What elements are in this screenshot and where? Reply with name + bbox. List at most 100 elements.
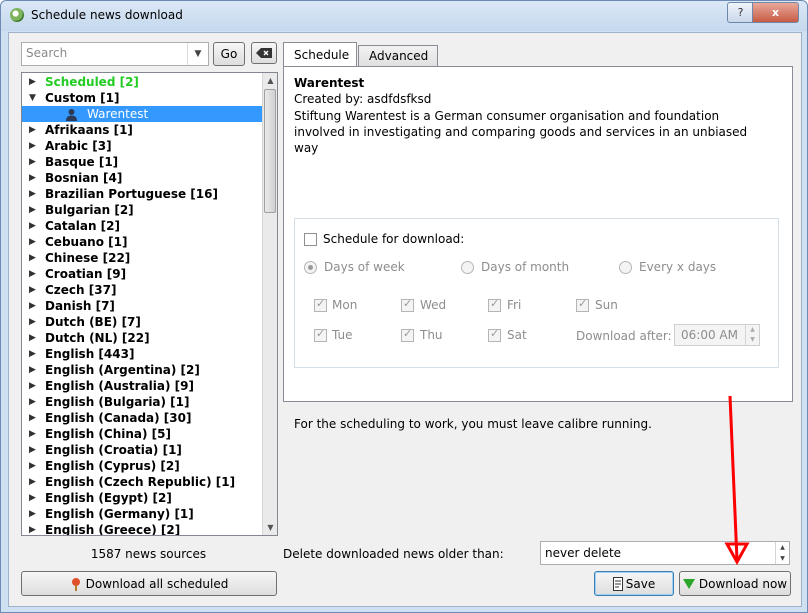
tree-item[interactable]: ▶ Dutch (BE) [7] [22, 314, 260, 330]
tree-item[interactable]: ▶ English [443] [22, 346, 260, 362]
download-all-scheduled-button[interactable]: Download all scheduled [21, 571, 277, 596]
tree-item-label: Arabic [3] [45, 139, 112, 153]
expand-arrow-right-icon[interactable]: ▶ [29, 330, 36, 346]
expand-arrow-right-icon[interactable]: ▶ [29, 122, 36, 138]
radio-days-of-month[interactable] [461, 261, 474, 274]
tree-item[interactable]: ▶ English (Germany) [1] [22, 506, 260, 522]
chevron-down-icon[interactable]: ▼ [187, 43, 208, 65]
tree-item[interactable]: ▶ Dutch (NL) [22] [22, 330, 260, 346]
tree-scrollbar[interactable]: ▲ ▼ [262, 73, 277, 535]
tree-item-label: English (Cyprus) [2] [45, 459, 180, 473]
save-button[interactable]: Save [594, 571, 674, 596]
recipe-tree[interactable]: ▶ Scheduled [2] ▼ Custom [1] Warentest ▶ Afrik… [21, 72, 278, 536]
expand-arrow-right-icon[interactable]: ▶ [29, 154, 36, 170]
expand-arrow-right-icon[interactable]: ▶ [29, 218, 36, 234]
tree-item[interactable]: ▶ Bosnian [4] [22, 170, 260, 186]
label-sun: Sun [595, 298, 618, 312]
download-now-button[interactable]: Download now [679, 571, 791, 596]
radio-days-of-week[interactable] [304, 261, 317, 274]
tree-item[interactable]: ▶ English (Canada) [30] [22, 410, 260, 426]
checkbox-sun[interactable]: ✓ [576, 297, 589, 312]
tree-item[interactable]: ▶ English (Cyprus) [2] [22, 458, 260, 474]
expand-arrow-right-icon[interactable]: ▶ [29, 186, 36, 202]
expand-arrow-right-icon[interactable]: ▶ [29, 170, 36, 186]
expand-arrow-right-icon[interactable]: ▶ [29, 202, 36, 218]
tree-item[interactable]: ▶ English (China) [5] [22, 426, 260, 442]
tab-advanced[interactable]: Advanced [358, 45, 438, 66]
tree-item[interactable]: ▶ English (Czech Republic) [1] [22, 474, 260, 490]
tree-item[interactable]: ▶ English (Bulgaria) [1] [22, 394, 260, 410]
scroll-thumb[interactable] [264, 89, 276, 213]
tree-item[interactable]: ▶ English (Croatia) [1] [22, 442, 260, 458]
news-source-count: 1587 news sources [90, 547, 207, 561]
checkbox-fri[interactable]: ✓ [488, 297, 501, 312]
tree-item[interactable]: ▶ English (Argentina) [2] [22, 362, 260, 378]
expand-arrow-right-icon[interactable]: ▶ [29, 378, 36, 394]
tree-item[interactable]: ▶ Catalan [2] [22, 218, 260, 234]
expand-arrow-right-icon[interactable]: ▶ [29, 458, 36, 474]
title-bar[interactable]: Schedule news download ? x [1, 1, 807, 31]
expand-arrow-right-icon[interactable]: ▶ [29, 474, 36, 490]
checkbox-wed[interactable]: ✓ [401, 297, 414, 312]
expand-arrow-right-icon[interactable]: ▶ [29, 74, 36, 90]
tree-item[interactable]: ▶ Cebuano [1] [22, 234, 260, 250]
scroll-up-icon[interactable]: ▲ [263, 73, 277, 88]
tree-item[interactable]: ▶ Bulgarian [2] [22, 202, 260, 218]
tree-item[interactable]: ▶ Afrikaans [1] [22, 122, 260, 138]
schedule-group: Schedule for download: Days of week Days… [294, 218, 779, 368]
tree-item-label: English (Australia) [9] [45, 379, 194, 393]
delete-spinner-icon[interactable]: ▲ ▼ [775, 542, 789, 564]
download-after-value: 06:00 AM [681, 328, 738, 342]
schedule-checkbox[interactable] [304, 233, 317, 246]
time-spinner-icon[interactable]: ▲ ▼ [745, 325, 759, 345]
tree-item[interactable]: ▶ Croatian [9] [22, 266, 260, 282]
tree-item[interactable]: ▶ English (Egypt) [2] [22, 490, 260, 506]
expand-arrow-right-icon[interactable]: ▶ [29, 250, 36, 266]
expand-arrow-right-icon[interactable]: ▶ [29, 234, 36, 250]
tree-item-label: English (China) [5] [45, 427, 171, 441]
expand-arrow-right-icon[interactable]: ▶ [29, 282, 36, 298]
checkbox-mon[interactable]: ✓ [314, 297, 327, 312]
expand-arrow-right-icon[interactable]: ▶ [29, 410, 36, 426]
tree-item[interactable]: ▶ Arabic [3] [22, 138, 260, 154]
tree-item[interactable]: ▶ Chinese [22] [22, 250, 260, 266]
download-now-label: Download now [698, 576, 788, 591]
checkbox-thu[interactable]: ✓ [401, 327, 414, 342]
expand-arrow-right-icon[interactable]: ▶ [29, 362, 36, 378]
expand-arrow-right-icon[interactable]: ▶ [29, 426, 36, 442]
tree-item[interactable]: ▶ English (Australia) [9] [22, 378, 260, 394]
tree-item[interactable]: ▶ Basque [1] [22, 154, 260, 170]
clear-search-button[interactable] [251, 42, 277, 64]
expand-arrow-right-icon[interactable]: ▶ [29, 314, 36, 330]
help-button[interactable]: ? [727, 2, 754, 23]
tree-item[interactable]: ▶ Danish [7] [22, 298, 260, 314]
tree-item-selected[interactable]: Warentest [22, 106, 262, 122]
tree-item[interactable]: ▶ English (Greece) [2] [22, 522, 260, 535]
tree-item[interactable]: ▶ Brazilian Portuguese [16] [22, 186, 260, 202]
tab-schedule[interactable]: Schedule [283, 42, 357, 66]
expand-arrow-right-icon[interactable]: ▶ [29, 506, 36, 522]
schedule-tab-pane: Warentest Created by: asdfdsfksd Stiftun… [283, 66, 793, 431]
tree-item[interactable]: ▶ Czech [37] [22, 282, 260, 298]
expand-arrow-right-icon[interactable]: ▶ [29, 138, 36, 154]
go-button[interactable]: Go [213, 42, 245, 66]
search-combo[interactable]: ▼ [21, 42, 209, 66]
expand-arrow-right-icon[interactable]: ▶ [29, 266, 36, 282]
download-after-time[interactable]: 06:00 AM ▲ ▼ [674, 324, 760, 346]
tree-item[interactable]: ▶ Scheduled [2] [22, 74, 260, 90]
expand-arrow-right-icon[interactable]: ▶ [29, 490, 36, 506]
expand-arrow-right-icon[interactable]: ▶ [29, 442, 36, 458]
expand-arrow-down-icon[interactable]: ▼ [29, 90, 36, 106]
expand-arrow-right-icon[interactable]: ▶ [29, 394, 36, 410]
tree-item[interactable]: ▼ Custom [1] [22, 90, 260, 106]
scroll-down-icon[interactable]: ▼ [263, 520, 277, 535]
tree-item-label: English (Germany) [1] [45, 507, 194, 521]
expand-arrow-right-icon[interactable]: ▶ [29, 522, 36, 535]
checkbox-sat[interactable]: ✓ [488, 327, 501, 342]
expand-arrow-right-icon[interactable]: ▶ [29, 298, 36, 314]
checkbox-tue[interactable]: ✓ [314, 327, 327, 342]
search-input[interactable] [22, 43, 190, 63]
radio-every-x-days[interactable] [619, 261, 632, 274]
expand-arrow-right-icon[interactable]: ▶ [29, 346, 36, 362]
close-button[interactable]: x [752, 2, 799, 23]
